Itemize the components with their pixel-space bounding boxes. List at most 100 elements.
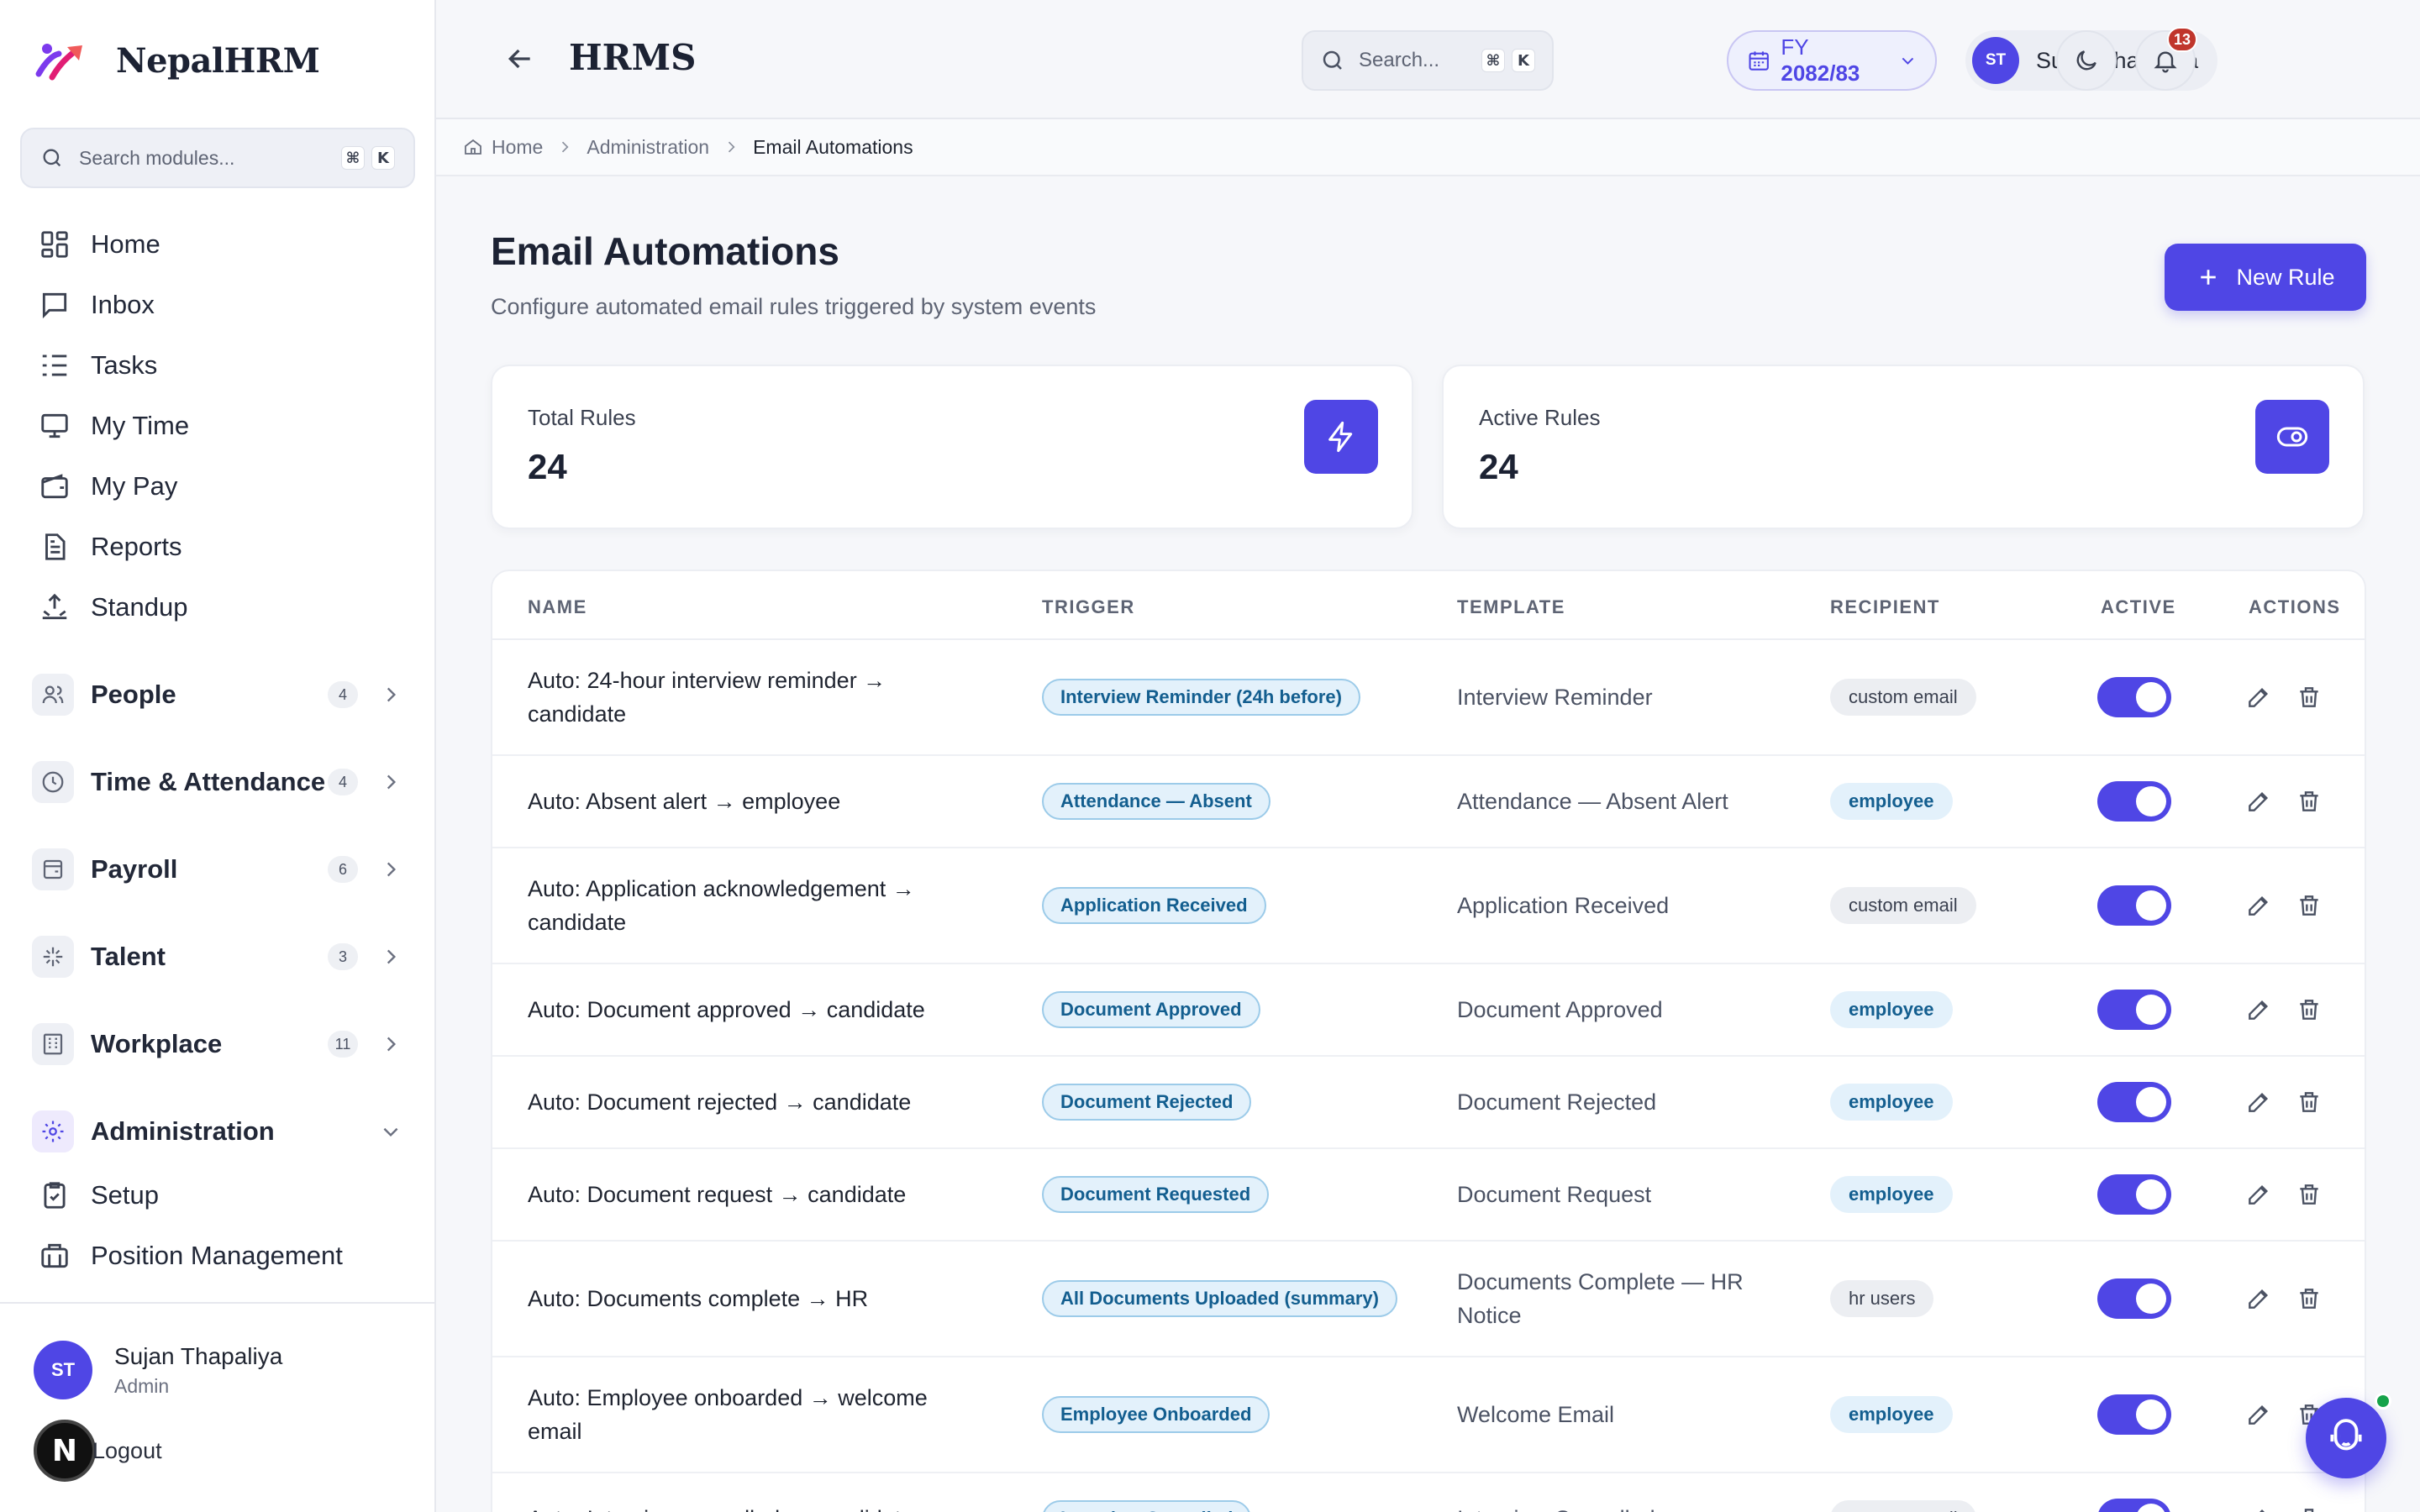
breadcrumb-home[interactable]: Home [463, 136, 543, 159]
table-row[interactable]: Auto: Employee onboarded → welcome email… [492, 1357, 2365, 1473]
active-toggle[interactable] [2097, 1499, 2171, 1512]
nav-label: Standup [91, 592, 188, 622]
rule-name: Auto: Document rejected → candidate [528, 1089, 912, 1115]
nav-group-label: Workplace [91, 1029, 223, 1058]
nav-label: Tasks [91, 350, 158, 380]
recipient-cell: hr users [1830, 1242, 1934, 1356]
building-icon [32, 1023, 74, 1065]
column-header-name: NAME [528, 596, 587, 617]
brand-logo-icon [35, 44, 82, 81]
recipient-badge: employee [1830, 783, 1953, 820]
nav-item-standup[interactable]: Standup [39, 586, 188, 628]
toggle-knob [2136, 1399, 2166, 1430]
delete-trash-icon[interactable] [2296, 1285, 2323, 1312]
notifications-button[interactable]: 13 [2135, 27, 2197, 91]
logout-button[interactable]: N Logout [34, 1420, 162, 1482]
template-name: Attendance — Absent Alert [1457, 789, 1728, 814]
nav-group-administration[interactable]: Administration [32, 1107, 402, 1156]
nav-group-people[interactable]: People 4 [32, 670, 402, 719]
trigger-cell: Document Rejected [1042, 1057, 1252, 1147]
active-toggle[interactable] [2097, 1278, 2171, 1319]
table-row[interactable]: Auto: Document rejected → candidate Docum… [492, 1057, 2365, 1149]
dev-badge[interactable]: N [34, 1420, 96, 1482]
trigger-cell: Employee Onboarded [1042, 1357, 1270, 1472]
active-toggle[interactable] [2097, 990, 2171, 1030]
delete-trash-icon[interactable] [2296, 892, 2323, 919]
nav-group-payroll[interactable]: Payroll 6 [32, 845, 402, 894]
nav-label: Setup [91, 1180, 160, 1210]
avatar: ST [34, 1341, 92, 1399]
edit-pencil-icon[interactable] [2245, 1089, 2272, 1116]
back-arrow-icon[interactable] [503, 42, 537, 76]
delete-trash-icon[interactable] [2296, 996, 2323, 1023]
table-row[interactable]: Auto: Document approved → candidate Docum… [492, 964, 2365, 1057]
nav-item-setup[interactable]: Setup [39, 1174, 159, 1216]
delete-trash-icon[interactable] [2296, 1089, 2323, 1116]
actions-cell [2245, 1149, 2346, 1240]
nav-item-tasks[interactable]: Tasks [39, 344, 157, 386]
delete-trash-icon[interactable] [2296, 684, 2323, 711]
edit-pencil-icon[interactable] [2245, 1181, 2272, 1208]
kbd-cmd: ⌘ [341, 146, 365, 170]
recipient-cell: employee [1830, 1149, 1953, 1240]
breadcrumb-current: Email Automations [753, 135, 913, 158]
template-name: Document Request [1457, 1182, 1652, 1207]
template-name: Welcome Email [1457, 1402, 1615, 1427]
recipient-badge: custom email [1830, 1500, 1976, 1512]
breadcrumb: Home Administration Email Automations [436, 119, 2420, 176]
nav-item-inbox[interactable]: Inbox [39, 284, 155, 326]
active-toggle[interactable] [2097, 1082, 2171, 1122]
theme-toggle-button[interactable] [2056, 30, 2117, 91]
nav-group-workplace[interactable]: Workplace 11 [32, 1020, 402, 1068]
edit-pencil-icon[interactable] [2245, 684, 2272, 711]
nav-item-position-management[interactable]: Position Management [39, 1235, 343, 1277]
nav-item-reports[interactable]: Reports [39, 526, 182, 568]
active-cell [2097, 964, 2171, 1055]
nav-group-time-attendance[interactable]: Time & Attendance 4 [32, 758, 402, 806]
active-toggle[interactable] [2097, 781, 2171, 822]
sidebar-user[interactable]: ST Sujan Thapaliya Admin [34, 1341, 282, 1399]
app-root: NepalHRM Search modules... ⌘ K Home Inbo… [0, 0, 2420, 1512]
fiscal-year-prefix: FY [1781, 34, 1809, 60]
fiscal-year-select[interactable]: FY 2082/83 [1727, 30, 1937, 91]
breadcrumb-administration[interactable]: Administration [587, 136, 709, 159]
rule-name: Auto: Document approved → candidate [528, 997, 925, 1022]
table-row[interactable]: Auto: Interview cancelled → candidate Int… [492, 1473, 2365, 1512]
edit-pencil-icon[interactable] [2245, 1285, 2272, 1312]
recipient-badge: custom email [1830, 679, 1976, 716]
table-row[interactable]: Auto: Absent alert → employee Attendance … [492, 756, 2365, 848]
rule-name: Auto: Document request → candidate [528, 1182, 907, 1207]
edit-pencil-icon[interactable] [2245, 996, 2272, 1023]
module-search-input[interactable]: Search modules... ⌘ K [20, 128, 415, 188]
clipboard-check-icon [44, 1182, 66, 1209]
nav-item-my-pay[interactable]: My Pay [39, 465, 177, 507]
table-row[interactable]: Auto: Documents complete → HR All Documen… [492, 1242, 2365, 1357]
global-search-input[interactable]: Search... ⌘ K [1302, 30, 1554, 91]
toggle-knob [2136, 786, 2166, 816]
delete-trash-icon[interactable] [2296, 1181, 2323, 1208]
active-toggle[interactable] [2097, 1394, 2171, 1435]
active-toggle[interactable] [2097, 677, 2171, 717]
edit-pencil-icon[interactable] [2245, 892, 2272, 919]
table-row[interactable]: Auto: Document request → candidate Docume… [492, 1149, 2365, 1242]
edit-pencil-icon[interactable] [2245, 788, 2272, 815]
assistant-button[interactable] [2306, 1398, 2386, 1478]
brand-name: NepalHRM [116, 40, 320, 81]
nav-item-home[interactable]: Home [39, 223, 160, 265]
nav-group-talent[interactable]: Talent 3 [32, 932, 402, 981]
active-toggle[interactable] [2097, 1174, 2171, 1215]
delete-trash-icon[interactable] [2296, 788, 2323, 815]
brand[interactable]: NepalHRM [34, 37, 320, 84]
table-row[interactable]: Auto: Application acknowledgement → cand… [492, 848, 2365, 964]
table-row[interactable]: Auto: 24-hour interview reminder → candi… [492, 640, 2365, 756]
chevron-down-icon [1902, 57, 1914, 65]
edit-pencil-icon[interactable] [2245, 1505, 2272, 1512]
active-cell [2097, 1057, 2171, 1147]
delete-trash-icon[interactable] [2296, 1505, 2323, 1512]
rule-name: Auto: Employee onboarded → welcome email [528, 1385, 928, 1444]
recipient-cell: custom email [1830, 848, 1976, 963]
edit-pencil-icon[interactable] [2245, 1401, 2272, 1428]
new-rule-button[interactable]: New Rule [2165, 244, 2366, 311]
active-toggle[interactable] [2097, 885, 2171, 926]
nav-item-my-time[interactable]: My Time [39, 405, 189, 447]
